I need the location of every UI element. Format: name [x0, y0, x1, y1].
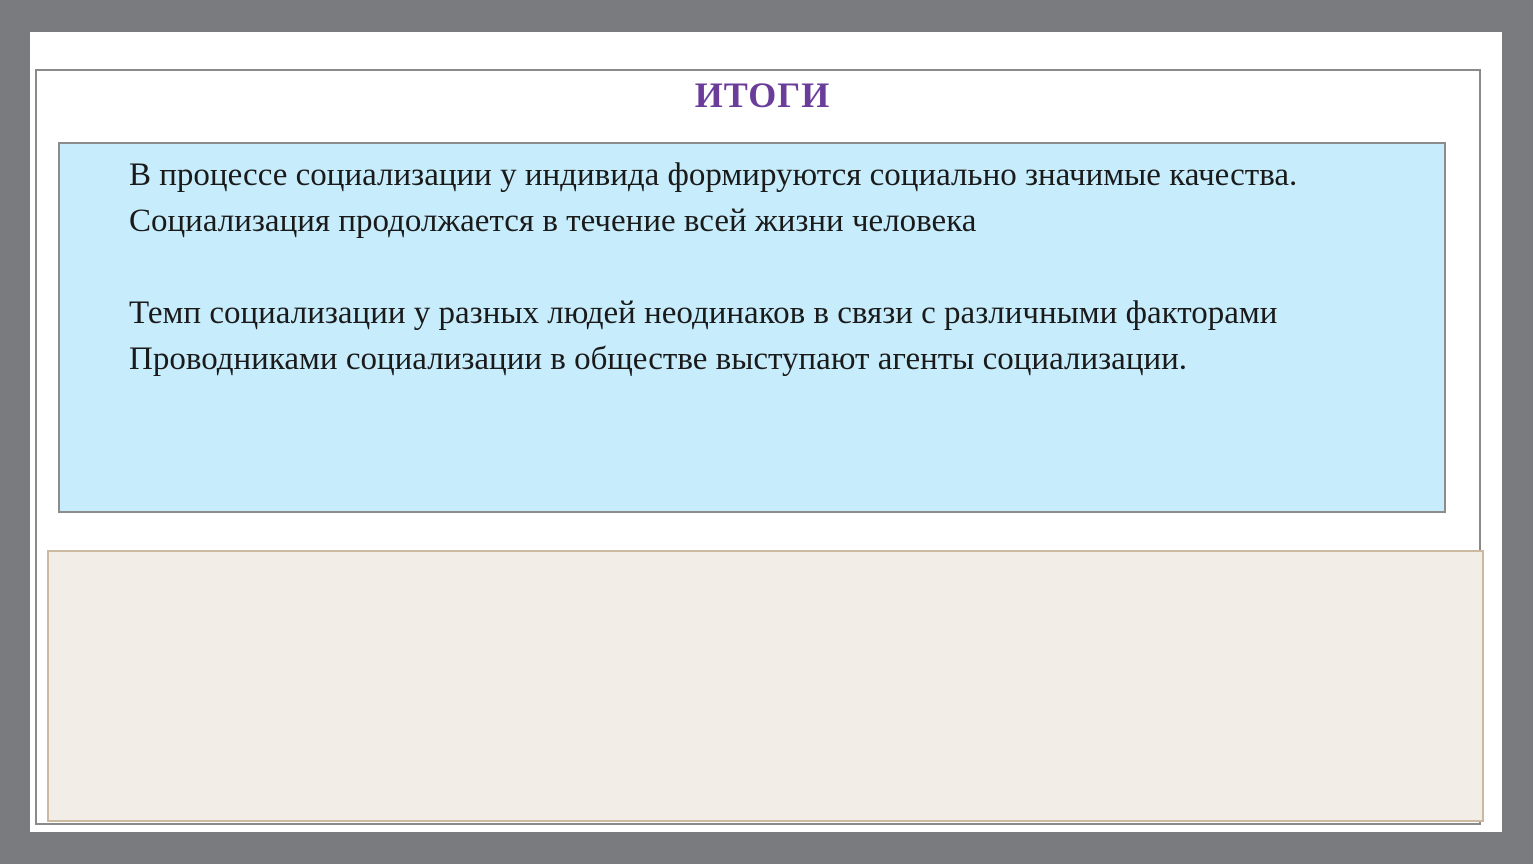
slide-title: ИТОГИ — [694, 75, 831, 115]
summary-paragraph-1: В процессе социализации у индивида форми… — [129, 157, 1298, 193]
slide: ИТОГИ В процессе социализации у индивида… — [30, 32, 1502, 832]
summary-paragraph-4: Проводниками социализации в обществе выс… — [129, 341, 1188, 377]
summary-box: В процессе социализации у индивида форми… — [58, 142, 1446, 513]
empty-content-panel — [47, 550, 1484, 822]
summary-paragraph-2: Социализация продолжается в течение всей… — [129, 203, 977, 239]
summary-paragraph-3: Темп социализации у разных людей неодина… — [129, 295, 1278, 331]
